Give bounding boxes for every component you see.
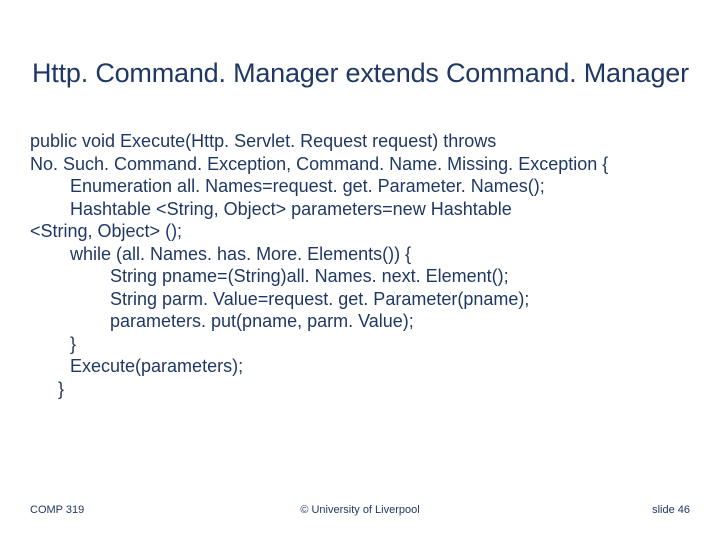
footer-center: © University of Liverpool [300,504,419,516]
footer-right: slide 46 [652,504,690,516]
code-line-4: Hashtable <String, Object> parameters=ne… [30,198,680,221]
code-line-1: public void Execute(Http. Servlet. Reque… [30,131,496,151]
code-line-8: String parm. Value=request. get. Paramet… [30,288,680,311]
code-line-7: String pname=(String)all. Names. next. E… [30,265,680,288]
code-line-11: Execute(parameters); [30,355,680,378]
footer-left: COMP 319 [30,504,84,516]
code-line-10: } [30,333,680,356]
code-line-3: Enumeration all. Names=request. get. Par… [30,175,680,198]
code-line-5: <String, Object> (); [30,221,182,241]
code-line-12: } [30,378,680,401]
code-block: public void Execute(Http. Servlet. Reque… [30,130,680,400]
code-line-6: while (all. Names. has. More. Elements()… [30,243,680,266]
slide-title: Http. Command. Manager extends Command. … [32,58,700,89]
code-line-9: parameters. put(pname, parm. Value); [30,310,680,333]
footer: COMP 319 © University of Liverpool slide… [30,504,690,516]
code-line-2: No. Such. Command. Exception, Command. N… [30,154,608,174]
